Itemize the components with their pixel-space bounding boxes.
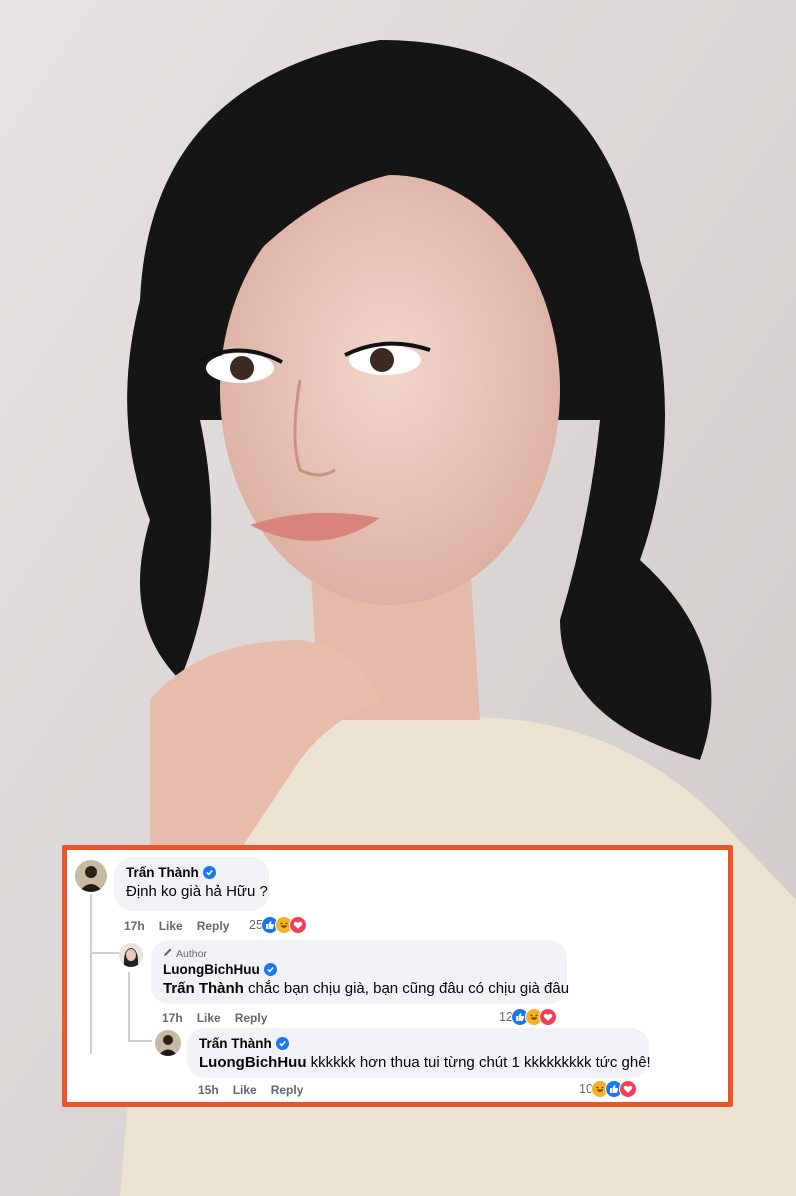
comment-thread-card: Trấn Thành Định ko già hả Hữu ? 17h Like… [62, 845, 733, 1107]
author-tag: Author [176, 948, 207, 960]
comment-author[interactable]: LuongBichHuu [163, 961, 260, 978]
avatar[interactable] [155, 1030, 181, 1056]
reaction-summary[interactable]: 25 [249, 916, 307, 934]
comment-author[interactable]: Trấn Thành [199, 1035, 272, 1052]
reply-button[interactable]: Reply [197, 919, 230, 933]
love-reaction-icon [538, 1008, 557, 1026]
comment-text: Định ko già hả Hữu ? [126, 883, 268, 900]
like-button[interactable]: Like [159, 919, 183, 933]
love-reaction-icon [618, 1080, 637, 1098]
comment-author[interactable]: Trấn Thành [126, 864, 199, 881]
comment-time[interactable]: 15h [198, 1083, 219, 1097]
comment-actions: 17h Like Reply [124, 919, 229, 933]
thread-line [90, 894, 92, 1054]
reply-button[interactable]: Reply [271, 1083, 304, 1097]
verified-badge-icon [202, 866, 216, 879]
comment-body: chắc bạn chịu già, bạn cũng đâu có chịu … [248, 980, 570, 997]
comment-text: LuongBichHuu kkkkkk hơn thua tui từng ch… [199, 1053, 651, 1073]
thread-line-nested [128, 972, 130, 1042]
verified-badge-icon [275, 1037, 289, 1050]
thread-connector [90, 952, 120, 954]
comment-actions: 15h Like Reply [198, 1083, 303, 1097]
avatar[interactable] [119, 943, 143, 967]
mention-link[interactable]: Trấn Thành [163, 980, 244, 997]
reaction-summary[interactable]: 12 [499, 1008, 557, 1026]
verified-badge-icon [263, 963, 277, 976]
reaction-summary[interactable]: 10 [579, 1080, 637, 1098]
thread-connector-nested [128, 1040, 152, 1042]
comment-body: kkkkkk hơn thua tui từng chút 1 kkkkkkkk… [310, 1054, 651, 1071]
comment-bubble: Trấn Thành Định ko già hả Hữu ? [114, 857, 269, 911]
comment-time[interactable]: 17h [124, 919, 145, 933]
like-button[interactable]: Like [197, 1011, 221, 1025]
mention-link[interactable]: LuongBichHuu [199, 1054, 306, 1071]
reply-button[interactable]: Reply [235, 1011, 268, 1025]
comment-bubble: Author LuongBichHuu Trấn Thành chắc bạn … [151, 940, 569, 1004]
like-button[interactable]: Like [233, 1083, 257, 1097]
pencil-icon [163, 947, 173, 961]
comment-text: Trấn Thành chắc bạn chịu già, bạn cũng đ… [163, 979, 569, 999]
comment-time[interactable]: 17h [162, 1011, 183, 1025]
avatar[interactable] [75, 860, 107, 892]
comment-actions: 17h Like Reply [162, 1011, 267, 1025]
comment-bubble: Trấn Thành LuongBichHuu kkkkkk hơn thua … [187, 1028, 651, 1078]
love-reaction-icon [288, 916, 307, 934]
